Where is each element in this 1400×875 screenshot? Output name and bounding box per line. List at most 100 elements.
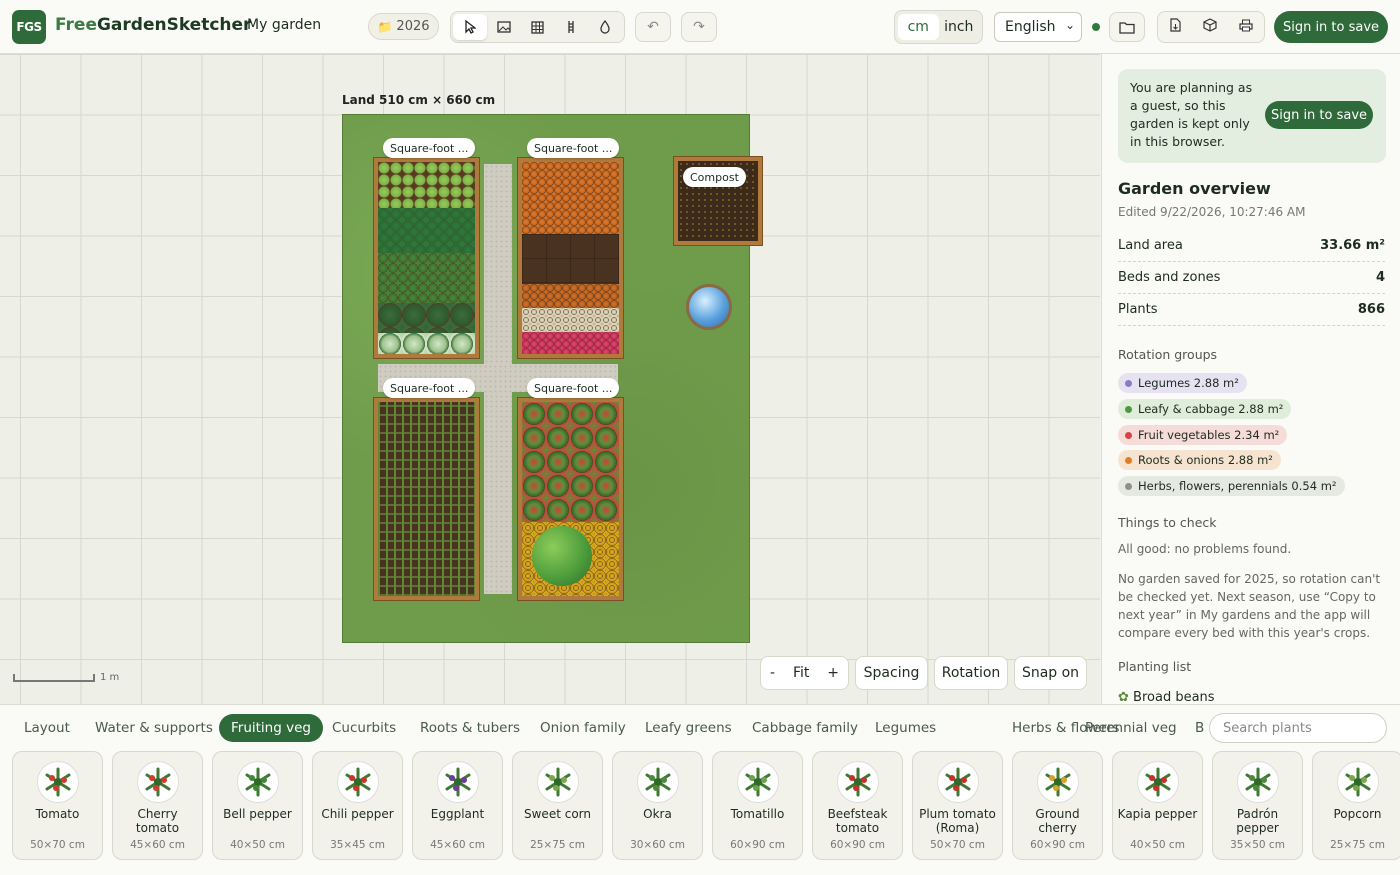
category-tab[interactable]: Fruiting veg	[219, 714, 323, 742]
category-tab[interactable]: Onion family	[528, 714, 638, 742]
plant-spacing: 40×50 cm	[1130, 839, 1185, 851]
water-barrel[interactable]	[686, 284, 732, 330]
export-file-icon[interactable]	[1169, 18, 1181, 36]
spacing-button[interactable]: Spacing	[855, 656, 928, 690]
undo-icon[interactable]: ↶	[635, 12, 671, 42]
category-tab[interactable]: Cucurbits	[320, 714, 408, 742]
plant-palette: Tomato 50×70 cm Cherry tomato 45×60 cm Bell …	[0, 748, 1400, 875]
plant-card[interactable]: Tomato 50×70 cm	[12, 751, 103, 860]
category-tab[interactable]: Water & supports	[83, 714, 225, 742]
folder-open-icon[interactable]	[1109, 12, 1145, 42]
scale-bar	[13, 674, 95, 682]
rotation-group-label: Legumes 2.88 m²	[1138, 376, 1239, 390]
image-tool-icon[interactable]	[487, 14, 521, 40]
snap-toggle[interactable]: Snap on	[1014, 656, 1087, 690]
rotation-button[interactable]: Rotation	[934, 656, 1008, 690]
top-toolbar: FGS FreeGardenSketcher My garden 📁 2026 ↶…	[0, 0, 1400, 54]
category-tab[interactable]: Cabbage family	[740, 714, 870, 742]
plant-icon	[737, 761, 779, 803]
raised-bed-4[interactable]	[518, 398, 623, 600]
garden-canvas[interactable]: Land 510 cm × 660 cm Square-foot ... Squ…	[0, 54, 1100, 704]
plant-card[interactable]: Sweet corn 25×75 cm	[512, 751, 603, 860]
app-logo[interactable]: FGS	[12, 10, 46, 44]
rotation-group-chip[interactable]: Fruit vegetables 2.34 m²	[1118, 425, 1288, 445]
plant-spacing: 40×50 cm	[230, 839, 285, 851]
rotation-group-chip[interactable]: Roots & onions 2.88 m²	[1118, 450, 1281, 470]
plant-spacing: 60×90 cm	[1030, 839, 1085, 851]
plant-name: Beefsteak tomato	[827, 807, 888, 835]
plant-card[interactable]: Bell pepper 40×50 cm	[212, 751, 303, 860]
plant-card[interactable]: Eggplant 45×60 cm	[412, 751, 503, 860]
print-icon[interactable]	[1239, 19, 1253, 36]
plant-card[interactable]: Ground cherry 60×90 cm	[1012, 751, 1103, 860]
rotation-group-chip[interactable]: Legumes 2.88 m²	[1118, 373, 1247, 393]
rotation-group-label: Fruit vegetables 2.34 m²	[1138, 428, 1280, 442]
category-tab[interactable]: Perennial veg	[1073, 714, 1189, 742]
rotation-color-dot	[1125, 405, 1132, 413]
plant-name: Tomatillo	[730, 807, 785, 821]
plant-icon	[1137, 761, 1179, 803]
plant-name: Cherry tomato	[135, 807, 180, 835]
bed-label[interactable]: Square-foot ...	[527, 138, 620, 158]
plant-card[interactable]: Chili pepper 35×45 cm	[312, 751, 403, 860]
bed-label[interactable]: Square-foot ...	[383, 138, 476, 158]
raised-bed-3[interactable]	[374, 398, 479, 600]
plant-name: Bell pepper	[223, 807, 292, 821]
plant-card[interactable]: Kapia pepper 40×50 cm	[1112, 751, 1203, 860]
category-tab[interactable]: Roots & tubers	[408, 714, 532, 742]
category-tab[interactable]: Leafy greens	[633, 714, 744, 742]
plant-spacing: 25×75 cm	[1330, 839, 1385, 851]
planting-list-title: Planting list	[1118, 659, 1192, 674]
compost-label[interactable]: Compost	[683, 167, 746, 187]
plant-card[interactable]: Okra 30×60 cm	[612, 751, 703, 860]
plant-spacing: 60×90 cm	[830, 839, 885, 851]
my-garden-link[interactable]: My garden	[247, 17, 321, 33]
plant-icon: ✿	[1118, 690, 1129, 704]
plant-card[interactable]: Padrón pepper 35×50 cm	[1212, 751, 1303, 860]
rotation-group-chip[interactable]: Herbs, flowers, perennials 0.54 m²	[1118, 476, 1345, 496]
plant-spacing: 30×60 cm	[630, 839, 685, 851]
year-selector[interactable]: 📁 2026	[368, 13, 439, 40]
stat-beds: Beds and zones 4	[1118, 262, 1385, 294]
plant-icon	[237, 761, 279, 803]
plant-icon	[837, 761, 879, 803]
zoom-fit-button[interactable]: Fit	[793, 665, 809, 681]
rotation-group-chip[interactable]: Leafy & cabbage 2.88 m²	[1118, 399, 1292, 419]
trellis-tool-icon[interactable]	[554, 14, 588, 40]
planting-list-item[interactable]: ✿ Broad beans	[1118, 690, 1215, 704]
chevron-down-icon: ⌄	[1064, 18, 1075, 32]
sign-in-button[interactable]: Sign in to save	[1274, 11, 1388, 43]
plant-name: Kapia pepper	[1117, 807, 1198, 821]
raised-bed-2[interactable]	[518, 158, 623, 358]
grid-tool-icon[interactable]	[521, 14, 555, 40]
plant-icon	[137, 761, 179, 803]
raised-bed-1[interactable]	[374, 158, 479, 358]
rotation-color-dot	[1125, 379, 1132, 387]
plant-spacing: 35×50 cm	[1230, 839, 1285, 851]
plant-card[interactable]: Beefsteak tomato 60×90 cm	[812, 751, 903, 860]
zoom-out-button[interactable]: -	[770, 665, 775, 681]
plant-card[interactable]: Popcorn 25×75 cm	[1312, 751, 1400, 860]
zoom-in-button[interactable]: +	[827, 665, 839, 681]
plant-card[interactable]: Plum tomato (Roma) 50×70 cm	[912, 751, 1003, 860]
guest-sign-in-button[interactable]: Sign in to save	[1265, 101, 1373, 129]
year-label: 2026	[396, 19, 430, 34]
search-plants-input[interactable]: Search plants	[1209, 713, 1387, 743]
category-tab[interactable]: Layout	[12, 714, 82, 742]
plant-spacing: 45×60 cm	[130, 839, 185, 851]
category-tab[interactable]: Legumes	[863, 714, 948, 742]
unit-cm-button[interactable]: cm	[898, 14, 939, 40]
redo-icon[interactable]: ↷	[681, 12, 717, 42]
plant-card[interactable]: Cherry tomato 45×60 cm	[112, 751, 203, 860]
bed-label[interactable]: Square-foot ...	[527, 378, 620, 398]
language-select[interactable]: English ⌄	[994, 12, 1082, 42]
3d-view-icon[interactable]	[1203, 18, 1217, 36]
plant-card[interactable]: Tomatillo 60×90 cm	[712, 751, 803, 860]
select-tool-icon[interactable]	[453, 14, 487, 40]
overview-sidebar: You are planning as a guest, so this gar…	[1101, 54, 1400, 704]
unit-toggle: cm inch	[894, 10, 983, 44]
unit-inch-button[interactable]: inch	[939, 14, 980, 40]
plant-icon	[37, 761, 79, 803]
water-drop-tool-icon[interactable]	[588, 14, 622, 40]
bed-label[interactable]: Square-foot ...	[383, 378, 476, 398]
